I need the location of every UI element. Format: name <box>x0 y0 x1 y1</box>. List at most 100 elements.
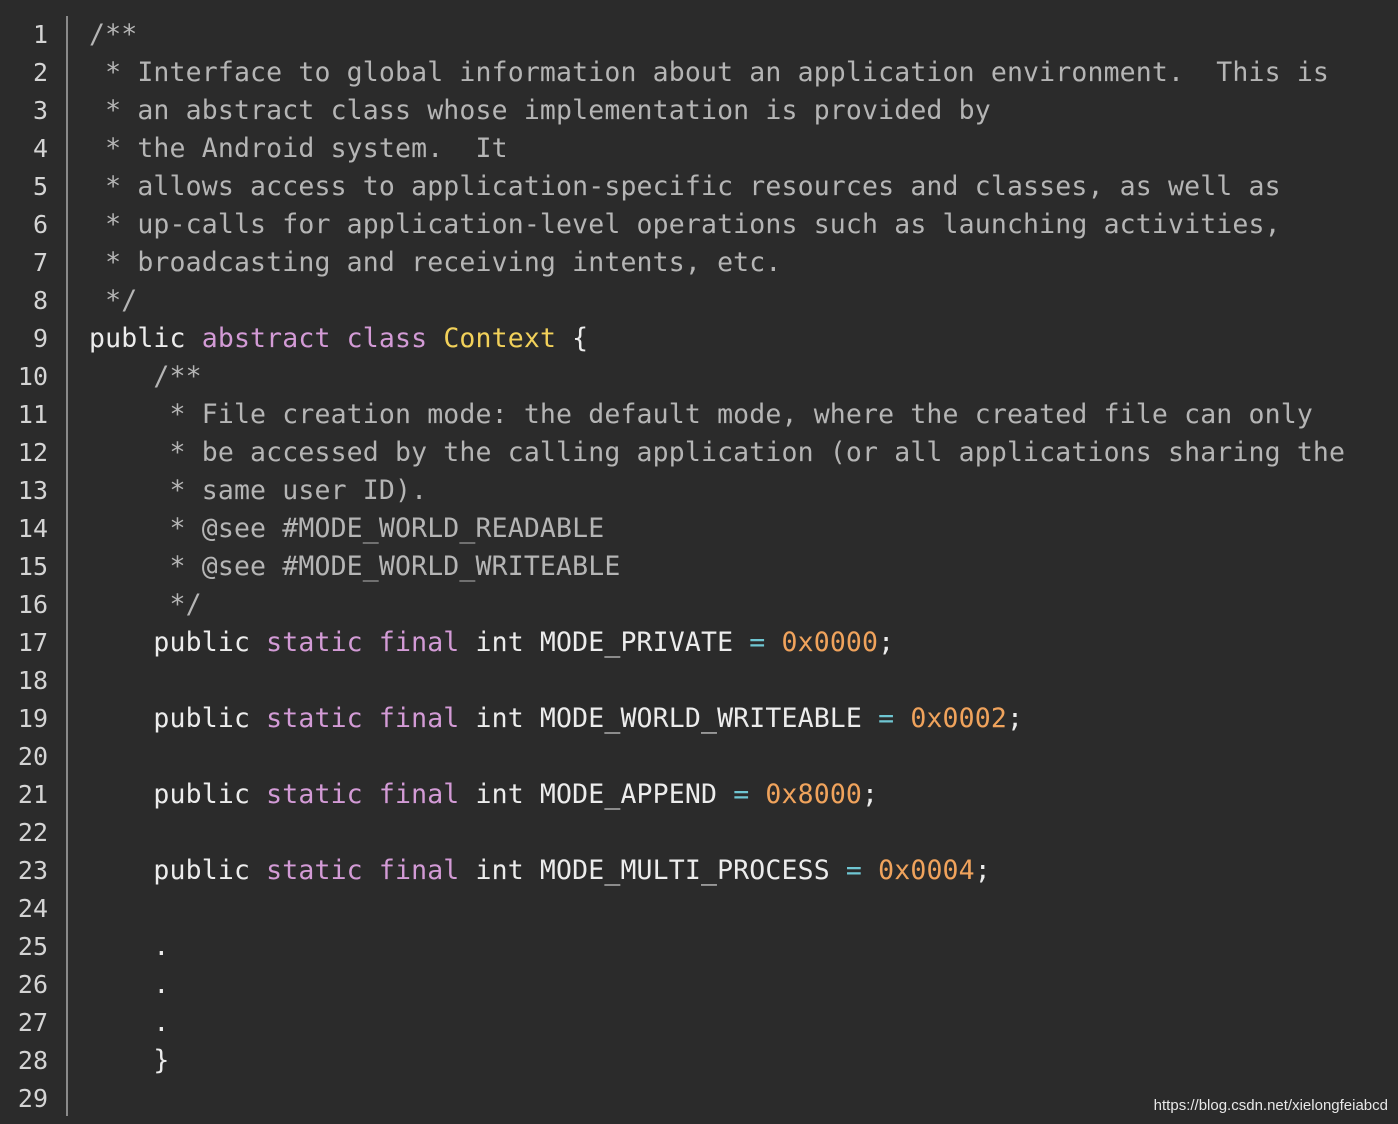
watermark-url: https://blog.csdn.net/xielongfeiabcd <box>1153 1097 1388 1114</box>
comment-token: * same user ID). <box>89 475 428 506</box>
line-number: 5 <box>32 172 48 201</box>
keyword-token: static final <box>266 779 476 810</box>
code-line: */ <box>89 282 1389 320</box>
code-line: /** <box>89 16 1389 54</box>
code-line: * be accessed by the calling application… <box>89 434 1389 472</box>
code-line: * the Android system. It <box>89 130 1389 168</box>
comment-token: * the Android system. It <box>89 133 508 164</box>
code-token: public <box>89 627 267 658</box>
comment-token: * up-calls for application-level operati… <box>89 209 1281 240</box>
line-number: 9 <box>32 324 48 353</box>
comment-token: * broadcasting and receiving intents, et… <box>89 247 782 278</box>
code-line: * Interface to global information about … <box>89 54 1389 92</box>
keyword-token: static final <box>266 703 476 734</box>
line-number: 2 <box>32 58 48 87</box>
line-number: 25 <box>17 932 48 961</box>
code-token: public <box>89 855 267 886</box>
code-line: public static final int MODE_APPEND = 0x… <box>89 776 1389 814</box>
code-line: public static final int MODE_PRIVATE = 0… <box>89 624 1389 662</box>
code-line: * allows access to application-specific … <box>89 168 1389 206</box>
operator-token: = <box>749 627 766 658</box>
number-token: 0x0000 <box>781 627 879 658</box>
line-number: 27 <box>17 1008 48 1037</box>
line-number: 28 <box>17 1046 48 1075</box>
code-line: * same user ID). <box>89 472 1389 510</box>
keyword-token: abstract class <box>201 323 444 354</box>
code-token: int MODE_MULTI_PROCESS <box>475 855 846 886</box>
comment-token: * File creation mode: the default mode, … <box>89 399 1313 430</box>
line-number: 29 <box>17 1084 48 1113</box>
code-token: . <box>89 969 170 1000</box>
code-token: int MODE_APPEND <box>475 779 734 810</box>
line-number: 15 <box>17 552 48 581</box>
comment-token: /** <box>89 19 138 50</box>
line-number: 3 <box>32 96 48 125</box>
code-line: . <box>89 1004 1389 1042</box>
comment-token: */ <box>89 285 138 316</box>
line-number: 17 <box>17 628 48 657</box>
comment-token: * Interface to global information about … <box>89 57 1330 88</box>
code-line: } <box>89 1042 1389 1080</box>
line-number: 8 <box>32 286 48 315</box>
code-token: . <box>89 1007 170 1038</box>
line-number: 10 <box>17 362 48 391</box>
line-number: 11 <box>17 400 48 429</box>
comment-token: */ <box>89 589 202 620</box>
line-number: 13 <box>17 476 48 505</box>
number-token: 0x0002 <box>910 703 1007 734</box>
line-number: 16 <box>17 590 48 619</box>
line-number: 19 <box>17 704 48 733</box>
line-number: 26 <box>17 970 48 999</box>
code-token: ; <box>878 627 895 658</box>
code-token: ; <box>862 779 879 810</box>
code-line: public static final int MODE_WORLD_WRITE… <box>89 700 1389 738</box>
code-line: * an abstract class whose implementation… <box>89 92 1389 130</box>
code-line: . <box>89 966 1389 1004</box>
operator-token: = <box>845 855 863 886</box>
keyword-token: static final <box>266 855 476 886</box>
code-token: { <box>556 323 589 354</box>
code-token: . <box>89 931 170 962</box>
line-number: 14 <box>17 514 48 543</box>
code-line: * @see #MODE_WORLD_READABLE <box>89 510 1389 548</box>
comment-token: * allows access to application-specific … <box>89 171 1281 202</box>
line-number: 18 <box>17 666 48 695</box>
number-token: 0x8000 <box>765 779 863 810</box>
line-number: 22 <box>17 818 48 847</box>
code-editor[interactable]: 1 2 3 4 5 6 7 8 9 10 11 12 13 14 15 16 17 18 19 20 21 22 23 24 2… <box>0 0 1398 1124</box>
comment-token: * an abstract class whose implementation… <box>89 95 991 126</box>
comment-token: * @see #MODE_WORLD_WRITEABLE <box>89 551 621 582</box>
code-line: /** <box>89 358 1389 396</box>
code-token: ; <box>1006 703 1024 734</box>
comment-token: /** <box>89 361 202 392</box>
line-number: 4 <box>32 134 48 163</box>
number-token: 0x0004 <box>878 855 975 886</box>
code-line: * @see #MODE_WORLD_WRITEABLE <box>89 548 1389 586</box>
code-token: public <box>89 323 202 354</box>
comment-token: * be accessed by the calling application… <box>89 437 1346 468</box>
code-token: public <box>89 703 267 734</box>
code-area[interactable]: /** * Interface to global information ab… <box>89 16 1389 1118</box>
code-token: ; <box>974 855 991 886</box>
code-line: public abstract class Context { <box>89 320 1389 358</box>
line-number-gutter: 1 2 3 4 5 6 7 8 9 10 11 12 13 14 15 16 17 18 19 20 21 22 23 24 2… <box>0 16 68 1116</box>
line-number: 12 <box>17 438 48 467</box>
code-line: */ <box>89 586 1389 624</box>
code-line: . <box>89 928 1389 966</box>
type-name-token: Context <box>443 323 557 354</box>
code-line: * up-calls for application-level operati… <box>89 206 1389 244</box>
operator-token: = <box>878 703 895 734</box>
code-token: } <box>89 1045 170 1076</box>
line-number: 7 <box>32 248 48 277</box>
line-number: 24 <box>17 894 48 923</box>
code-line: * broadcasting and receiving intents, et… <box>89 244 1389 282</box>
line-number: 23 <box>17 856 48 885</box>
operator-token: = <box>733 779 750 810</box>
